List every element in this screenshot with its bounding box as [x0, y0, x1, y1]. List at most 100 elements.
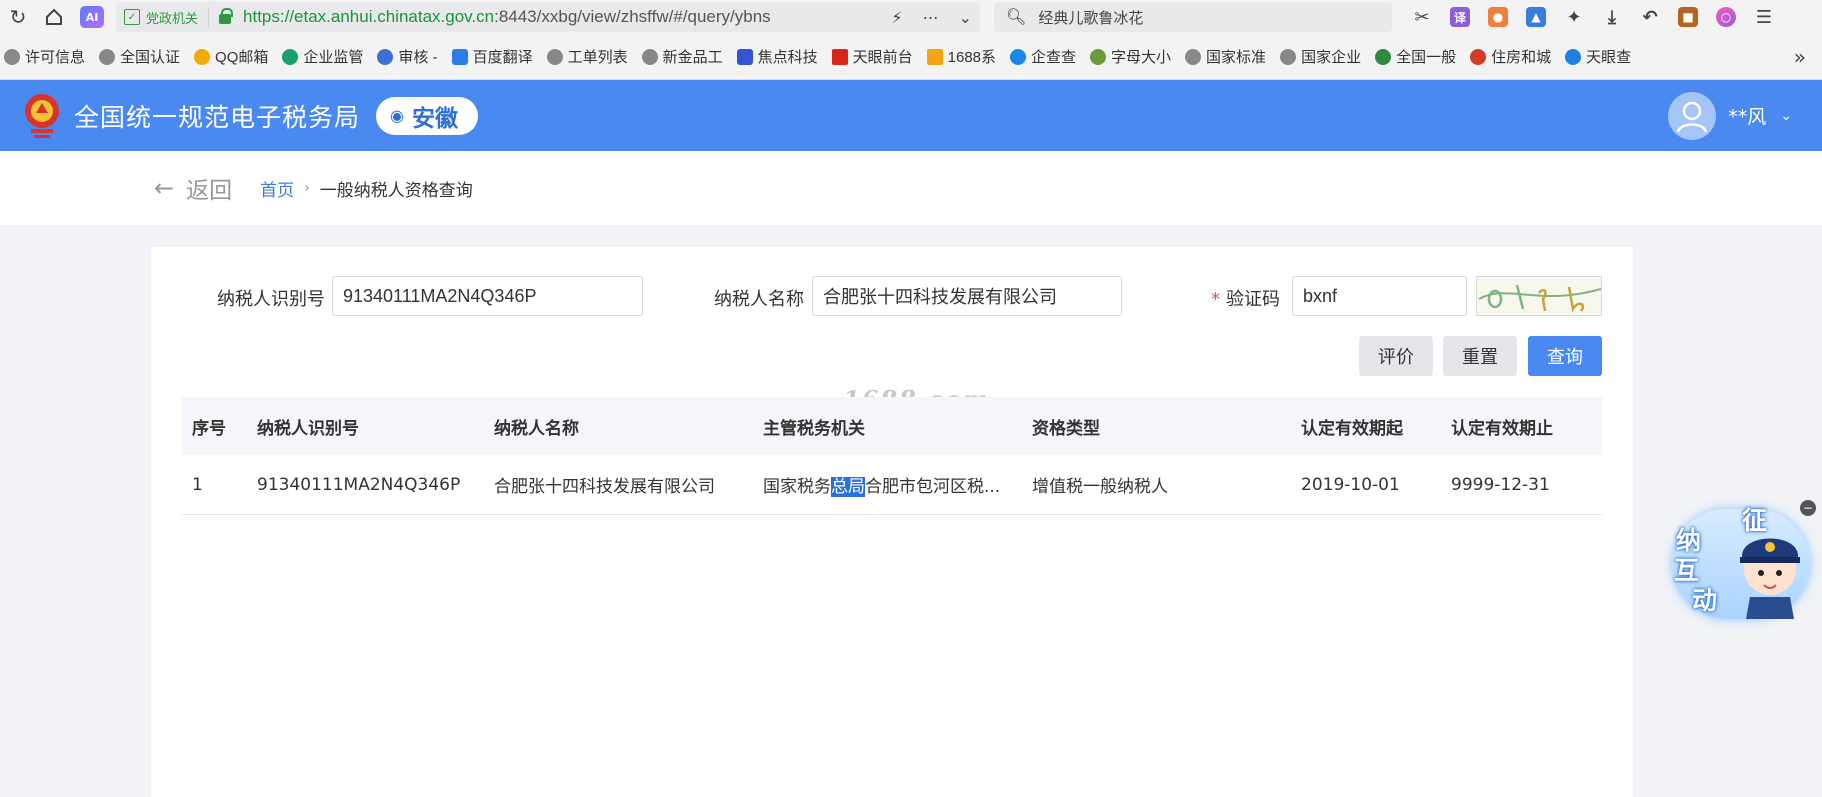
column-header: 纳税人名称 [494, 418, 579, 439]
puzzle-icon[interactable]: ✦ [1564, 7, 1584, 28]
profile-ext-icon[interactable]: ○ [1716, 7, 1736, 27]
taxpayer-id-input[interactable]: 91340111MA2N4Q346P [332, 276, 643, 316]
bookmark-item[interactable]: 全国一般 [1375, 46, 1456, 67]
address-bar[interactable]: ✓ 党政机关 https://etax.anhui.chinatax.gov.c… [116, 2, 980, 32]
reload-icon[interactable]: ↻ [0, 0, 36, 34]
breadcrumb: 首页 › 一般纳税人资格查询 [260, 176, 473, 201]
row-index: 1 [192, 474, 203, 495]
bookmark-item[interactable]: 国家标准 [1185, 46, 1266, 67]
column-header: 资格类型 [1032, 418, 1100, 439]
column-header: 主管税务机关 [763, 418, 865, 439]
captcha-image[interactable] [1476, 276, 1602, 316]
taxpayer-id-label: 纳税人识别号 [217, 289, 325, 310]
briefcase-icon[interactable]: ■ [1678, 7, 1698, 27]
bookmark-label: 住房和城 [1491, 49, 1552, 66]
bookmark-icon [1280, 48, 1297, 65]
verified-icon: ✓ [124, 9, 140, 25]
region-selector[interactable]: ◉ 安徽 [376, 96, 478, 135]
search-input[interactable]: 🔍︎ 经典儿歌鲁冰花 [994, 2, 1392, 32]
download-icon[interactable]: ⤓ [1602, 7, 1622, 28]
breadcrumb-current: 一般纳税人资格查询 [319, 180, 473, 201]
bookmark-icon [546, 48, 563, 65]
row-valid-to: 9999-12-31 [1451, 474, 1550, 495]
bookmark-label: 全国一般 [1396, 49, 1457, 66]
bookmark-item[interactable]: 工单列表 [546, 46, 628, 67]
more-dots-icon[interactable]: ⋯ [923, 8, 939, 27]
helper-char: 动 [1692, 586, 1718, 615]
location-pin-icon: ◉ [390, 106, 404, 125]
lock-icon[interactable] [219, 8, 234, 24]
bookmark-item[interactable]: 天眼前台 [831, 46, 913, 67]
bookmark-item[interactable]: 焦点科技 [736, 46, 818, 67]
breadcrumb-home-link[interactable]: 首页 [260, 176, 294, 201]
authority-text-pre: 国家税务 [763, 477, 831, 497]
bookmark-item[interactable]: 百度翻译 [451, 46, 533, 67]
user-menu[interactable]: **风 ⌄ [1668, 91, 1792, 140]
bookmark-item[interactable]: 审核 - [377, 46, 438, 67]
bookmark-item[interactable]: 全国认证 [99, 46, 180, 67]
breadcrumb-strip: ← 返回 首页 › 一般纳税人资格查询 [0, 151, 1822, 225]
bookmark-icon [1470, 48, 1487, 65]
bookmark-icon [736, 48, 753, 65]
taxpayer-name-input[interactable]: 合肥张十四科技发展有限公司 [812, 276, 1122, 316]
chevron-down-icon[interactable]: ⌄ [959, 8, 972, 27]
bookmark-label: 企查查 [1031, 49, 1077, 66]
interaction-helper-widget[interactable]: 征 纳 互 动 − [1672, 497, 1822, 627]
row-taxpayer-name: 合肥张十四科技发展有限公司 [494, 477, 715, 497]
bookmark-item[interactable]: 字母大小 [1090, 46, 1171, 67]
bookmark-label: 百度翻译 [472, 49, 533, 66]
bookmark-item[interactable]: 新金品工 [641, 46, 723, 67]
bookmark-item[interactable]: 许可信息 [4, 46, 85, 67]
captcha-input[interactable]: bxnf [1292, 276, 1467, 316]
url-host: https://etax.anhui.chinatax.gov.cn [243, 7, 495, 26]
bookmark-item[interactable]: 企业监管 [282, 46, 363, 67]
undo-icon[interactable]: ↶ [1640, 7, 1660, 28]
bookmark-item[interactable]: QQ邮箱 [194, 46, 268, 67]
bookmark-item[interactable]: 住房和城 [1470, 46, 1551, 67]
evaluate-button[interactable]: 评价 [1359, 336, 1433, 376]
bookmarks-more-button[interactable]: » [1794, 45, 1806, 69]
bookmark-icon [1010, 48, 1027, 65]
browser-toolbar: ↻ AI ✓ 党政机关 https://etax.anhui.chinatax.… [0, 0, 1822, 34]
bookmark-item[interactable]: 国家企业 [1280, 46, 1361, 67]
bookmark-item[interactable]: 天眼查 [1565, 46, 1631, 67]
chevron-right-icon: › [304, 180, 310, 196]
bookmark-label: 国家企业 [1301, 49, 1362, 66]
officer-mascot-icon [1740, 538, 1800, 619]
helper-char: 征 [1742, 506, 1768, 535]
bookmark-label: 天眼前台 [852, 49, 913, 66]
query-button[interactable]: 查询 [1528, 336, 1602, 376]
translate-ext-icon[interactable]: 译 [1450, 7, 1470, 27]
authority-text-selected: 总局 [831, 477, 865, 497]
url-text[interactable]: https://etax.anhui.chinatax.gov.cn:8443/… [243, 7, 881, 27]
avatar [1668, 91, 1717, 140]
column-header: 纳税人识别号 [257, 418, 359, 439]
results-table: 序号 纳税人识别号 纳税人名称 主管税务机关 资格类型 认定有效期起 认定有效期… [182, 397, 1602, 515]
bookmark-icon [282, 48, 299, 65]
bookmark-item[interactable]: 1688系 [926, 46, 996, 67]
bookmark-item[interactable]: 企查查 [1010, 46, 1076, 67]
bookmark-label: 天眼查 [1586, 49, 1632, 66]
column-header: 认定有效期起 [1301, 418, 1403, 439]
ai-ext-icon[interactable]: ▲ [1526, 7, 1546, 27]
table-row[interactable]: 1 91340111MA2N4Q346P 合肥张十四科技发展有限公司 国家税务总… [182, 455, 1602, 515]
home-icon[interactable] [36, 0, 72, 34]
back-button[interactable]: ← 返回 [154, 171, 232, 205]
row-qualification: 增值税一般纳税人 [1032, 477, 1168, 497]
lightning-icon[interactable]: ⚡ [891, 8, 902, 27]
bookmark-icon [1090, 48, 1107, 65]
row-tax-authority: 国家税务总局合肥市包河区税... [763, 472, 1032, 497]
close-icon[interactable]: − [1800, 500, 1816, 516]
taxpayer-name-label: 纳税人名称 [714, 289, 804, 310]
ai-assistant-icon[interactable]: AI [80, 6, 104, 28]
scissors-icon[interactable]: ✂ [1412, 7, 1432, 28]
bookmark-label: 企业监管 [303, 49, 364, 66]
app-header: 全国统一规范电子税务局 ◉ 安徽 **风 ⌄ [0, 80, 1822, 151]
bookmark-label: 全国认证 [120, 49, 181, 66]
menu-icon[interactable]: ☰ [1754, 7, 1774, 28]
reset-button[interactable]: 重置 [1443, 336, 1517, 376]
authority-text-post: 合肥市包河区税... [865, 477, 1001, 497]
gamepad-icon[interactable]: ● [1488, 7, 1508, 27]
bookmark-icon [4, 48, 20, 65]
captcha-label-text: 验证码 [1226, 289, 1280, 310]
